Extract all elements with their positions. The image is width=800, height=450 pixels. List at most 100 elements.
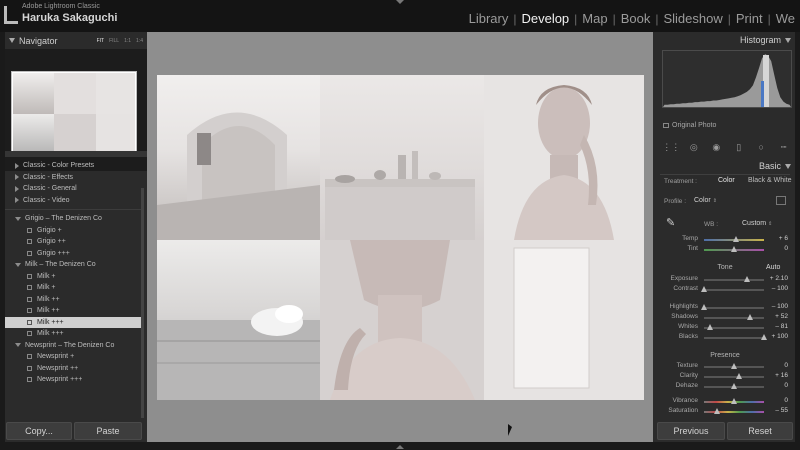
slider-blacks[interactable]: Blacks + 100 [660,333,790,343]
slider-thumb[interactable] [731,363,737,369]
module-slideshow[interactable]: Slideshow [658,11,727,26]
slider-value[interactable]: – 55 [760,407,788,414]
slider-track[interactable] [704,289,764,291]
preset-item[interactable]: Milk ++ [5,305,141,317]
slider-thumb[interactable] [701,286,707,292]
presets-scrollbar[interactable] [141,188,144,418]
preset-folder[interactable]: Classic - Effects [5,172,141,184]
collapse-triangle-icon[interactable] [785,163,791,169]
preset-folder[interactable]: Milk – The Denizen Co [5,259,141,271]
bottom-panel-toggle-icon[interactable] [396,445,404,449]
navigator-viewport-frame[interactable] [12,72,136,154]
red-eye-icon[interactable]: ◉ [711,142,721,152]
slider-thumb[interactable] [731,398,737,404]
reset-button[interactable]: Reset [727,422,793,440]
slider-value[interactable]: 0 [760,245,788,252]
slider-exposure[interactable]: Exposure + 2.10 [660,275,790,285]
preset-item[interactable]: Milk + [5,282,141,294]
preset-item[interactable]: Newsprint +++ [5,374,141,386]
slider-contrast[interactable]: Contrast – 100 [660,285,790,295]
slider-thumb[interactable] [746,314,753,320]
slider-value[interactable]: – 100 [760,303,788,310]
profile-dropdown[interactable]: Color ⇕ [694,197,717,204]
slider-value[interactable]: + 2.10 [760,275,788,282]
module-library[interactable]: Library [464,11,514,26]
slider-value[interactable]: 0 [760,397,788,404]
slider-thumb[interactable] [707,324,713,330]
preset-item[interactable]: Milk +++ [5,328,141,340]
preset-folder[interactable]: Grigio – The Denizen Co [5,213,141,225]
slider-thumb[interactable] [731,383,737,389]
preset-folder[interactable]: Classic - Video [5,195,141,207]
expanded-triangle-icon[interactable] [15,262,21,267]
profile-browser-icon[interactable] [776,196,786,205]
slider-track[interactable] [704,307,764,309]
preset-item[interactable]: Milk ++ [5,294,141,306]
module-book[interactable]: Book [616,11,656,26]
slider-dehaze[interactable]: Dehaze 0 [660,382,790,392]
collapsed-triangle-icon[interactable] [15,174,19,181]
white-balance-eyedropper-icon[interactable]: ✎ [666,216,675,229]
slider-value[interactable]: – 81 [760,323,788,330]
slider-value[interactable]: + 52 [760,313,788,320]
expanded-triangle-icon[interactable] [15,216,21,221]
slider-tint[interactable]: Tint 0 [660,245,790,255]
previous-button[interactable]: Previous [657,422,725,440]
zoom-option-1-4[interactable]: 1:4 [136,38,143,44]
slider-value[interactable]: + 100 [760,333,788,340]
slider-saturation[interactable]: Saturation – 55 [660,407,790,417]
preset-folder[interactable]: Newsprint – The Denizen Co [5,340,141,352]
treatment-bw-option[interactable]: Black & White [748,177,792,184]
module-we[interactable]: We [771,11,800,26]
paste-button[interactable]: Paste [74,422,142,440]
slider-thumb[interactable] [743,276,750,282]
adjustment-brush-icon[interactable]: ┉ [779,142,789,152]
top-panel-toggle-icon[interactable] [396,0,404,4]
slider-thumb[interactable] [732,236,739,242]
slider-value[interactable]: 0 [760,362,788,369]
slider-value[interactable]: – 100 [760,285,788,292]
collapse-triangle-icon[interactable] [9,38,15,43]
preset-item[interactable]: Newsprint + [5,351,141,363]
right-panel-edge[interactable] [795,32,800,450]
slider-highlights[interactable]: Highlights – 100 [660,303,790,313]
basic-header[interactable]: Basic [653,159,795,173]
slider-value[interactable]: 0 [760,382,788,389]
navigator-thumbnail[interactable] [11,71,137,155]
grid-overlay-icon[interactable]: ⋮⋮ [662,142,680,152]
module-map[interactable]: Map [577,11,612,26]
zoom-option-fit[interactable]: FIT [97,38,105,44]
slider-temp[interactable]: Temp + 6 [660,235,790,245]
expanded-triangle-icon[interactable] [15,343,21,348]
preset-item[interactable]: Grigio ++ [5,236,141,248]
slider-value[interactable]: + 16 [760,372,788,379]
slider-track[interactable] [704,327,764,329]
slider-thumb[interactable] [735,373,742,379]
preset-item[interactable]: Grigio +++ [5,248,141,260]
auto-tone-button[interactable]: Auto [766,264,780,271]
preset-item[interactable]: Newsprint ++ [5,363,141,375]
preset-folder[interactable]: Classic - Color Presets [5,160,141,172]
slider-thumb[interactable] [731,246,737,252]
treatment-color-option[interactable]: Color [718,177,735,184]
slider-track[interactable] [704,279,764,281]
slider-thumb[interactable] [701,304,707,310]
photo-collage[interactable] [157,75,644,400]
slider-track[interactable] [704,411,764,413]
copy-button[interactable]: Copy... [6,422,72,440]
slider-whites[interactable]: Whites – 81 [660,323,790,333]
wb-dropdown[interactable]: Custom ⇕ [742,220,772,227]
zoom-option-fill[interactable]: FILL [109,38,119,44]
collapsed-triangle-icon[interactable] [15,197,19,204]
histogram-header[interactable]: Histogram [653,32,795,48]
module-develop[interactable]: Develop [516,11,574,26]
slider-track[interactable] [704,317,764,319]
slider-vibrance[interactable]: Vibrance 0 [660,397,790,407]
preset-item[interactable]: Grigio + [5,225,141,237]
radial-filter-icon[interactable]: ○ [756,142,766,152]
collapse-triangle-icon[interactable] [785,37,791,43]
navigator-header[interactable]: Navigator FIT FILL 1:1 1:4 [5,32,147,49]
spot-removal-icon[interactable]: ◎ [689,142,699,152]
slider-shadows[interactable]: Shadows + 52 [660,313,790,323]
collapsed-triangle-icon[interactable] [15,185,19,192]
